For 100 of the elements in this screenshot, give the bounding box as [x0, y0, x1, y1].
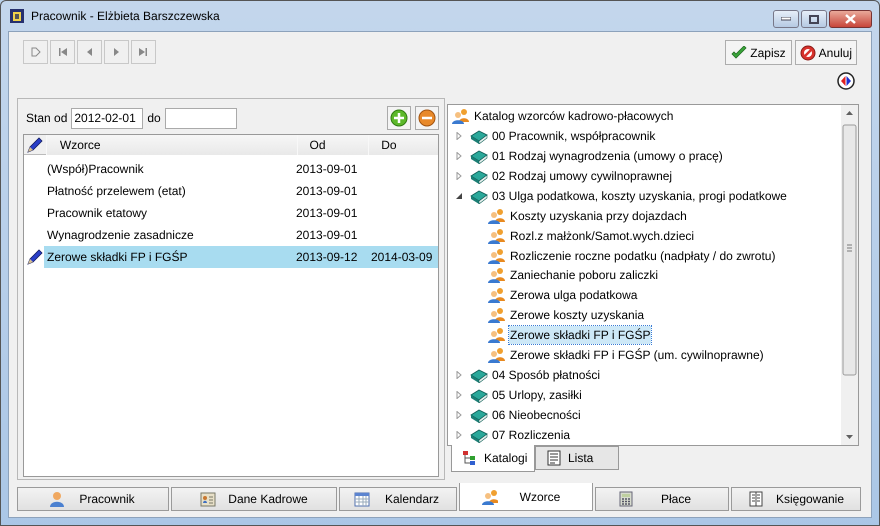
people-icon: [488, 347, 506, 364]
first-button[interactable]: [50, 40, 75, 64]
collapse-triangle-icon[interactable]: [455, 192, 463, 200]
expand-triangle-icon[interactable]: [455, 371, 463, 380]
table-cell: 2013-09-12: [296, 250, 358, 264]
last-icon: [138, 47, 149, 57]
date-from-field[interactable]: 2012-02-01: [71, 108, 144, 128]
tab[interactable]: Lista: [535, 446, 619, 470]
people-icon: [452, 108, 470, 124]
page-button[interactable]: [23, 40, 48, 64]
people-icon: [488, 267, 506, 284]
selected-row[interactable]: Zerowe składki FP i FGŚP 2013-09-12 2014-03-09: [44, 246, 438, 268]
tab[interactable]: Wzorce: [459, 483, 593, 511]
table-cell: Zerowe składki FP i FGŚP: [47, 250, 188, 264]
last-button[interactable]: [131, 40, 156, 64]
tree-item[interactable]: 01 Rodzaj wynagrodzenia (umowy o pracę): [491, 146, 724, 165]
book-icon: [470, 426, 488, 443]
tree-item[interactable]: Zaniechanie poboru zaliczki: [509, 266, 660, 284]
tree-item[interactable]: 04 Sposób płatności: [491, 366, 602, 384]
tab[interactable]: Katalogi: [451, 445, 535, 472]
book-icon: [470, 188, 488, 204]
first-icon: [57, 47, 68, 57]
expand-triangle-icon[interactable]: [455, 132, 463, 140]
people-icon: [482, 488, 498, 504]
ledger-icon: [748, 491, 764, 507]
maximize-button[interactable]: [801, 10, 827, 28]
table-cell: Płatność przelewem (etat): [47, 184, 186, 198]
tree-item[interactable]: Zerowe składki FP i FGŚP: [509, 326, 652, 344]
pencil-icon: [26, 249, 42, 265]
tree-item[interactable]: Katalog wzorców kadrowo-płacowych: [473, 106, 674, 125]
calendar-icon: [354, 491, 370, 507]
column-header[interactable]: Do: [368, 135, 438, 155]
tab[interactable]: Pracownik: [17, 487, 169, 511]
tree-item[interactable]: 02 Rodzaj umowy cywilnoprawnej: [491, 166, 674, 185]
book-icon: [470, 168, 488, 184]
expand-triangle-icon[interactable]: [455, 152, 463, 160]
tree-item[interactable]: Rozl.z małżonk/Samot.wych.dzieci: [509, 226, 696, 245]
table-cell: 2013-09-01: [296, 206, 358, 220]
check-icon: [731, 46, 748, 60]
book-icon: [470, 128, 488, 144]
tab[interactable]: Księgowanie: [731, 487, 861, 511]
document-icon: [546, 450, 562, 466]
minimize-button[interactable]: [773, 10, 799, 28]
cancel-button[interactable]: Anuluj: [794, 40, 857, 65]
book-icon: [470, 367, 488, 384]
table-cell: 2014-03-09: [371, 250, 432, 264]
tree-item[interactable]: Zerowa ulga podatkowa: [509, 286, 638, 304]
minus-icon: [418, 109, 436, 127]
field-label: do: [147, 110, 161, 127]
window-title: Pracownik - Elżbieta Barszczewska: [31, 8, 220, 25]
switch-arrows-icon[interactable]: [837, 72, 855, 90]
expand-triangle-icon[interactable]: [455, 411, 463, 420]
field-label: Stan od: [26, 110, 68, 127]
tree-item[interactable]: 06 Nieobecności: [491, 406, 582, 424]
tree-item[interactable]: 07 Rozliczenia: [491, 426, 572, 444]
date-to-field[interactable]: [164, 108, 237, 128]
close-icon: [845, 14, 856, 24]
expand-triangle-icon[interactable]: [455, 391, 463, 400]
table-cell: Pracownik etatowy: [47, 206, 148, 220]
tab[interactable]: Dane Kadrowe: [171, 487, 337, 511]
table-cell: 2013-09-01: [296, 162, 358, 176]
column-header[interactable]: Wzorce: [46, 135, 297, 155]
add-button[interactable]: [387, 106, 411, 130]
tree-item[interactable]: 00 Pracownik, współpracownik: [491, 126, 656, 145]
book-icon: [470, 407, 488, 424]
column-header[interactable]: Od: [296, 135, 368, 155]
minimize-icon: [781, 17, 791, 21]
expand-triangle-icon[interactable]: [455, 430, 463, 439]
remove-button[interactable]: [415, 106, 439, 130]
table-cell: Wynagrodzenie zasadnicze: [47, 228, 194, 242]
tree-item[interactable]: Koszty uzyskania przy dojazdach: [509, 206, 688, 225]
tree-item[interactable]: Rozliczenie roczne podatku (nadpłaty / do zwrotu): [509, 246, 776, 265]
tab[interactable]: Płace: [595, 487, 729, 511]
people-icon: [488, 208, 506, 224]
prohibited-icon: [800, 44, 816, 60]
save-button[interactable]: Zapisz: [725, 40, 792, 65]
id-card-icon: [200, 491, 216, 507]
tree-item[interactable]: Zerowe składki FP i FGŚP (um. cywilnoprawne): [509, 346, 765, 364]
pencil-icon: [26, 136, 44, 152]
close-button[interactable]: [829, 10, 872, 28]
book-icon: [470, 387, 488, 404]
table-cell: 2013-09-01: [296, 184, 358, 198]
previous-button[interactable]: [77, 40, 102, 64]
tab[interactable]: Kalendarz: [339, 487, 457, 511]
expand-triangle-icon[interactable]: [455, 172, 463, 180]
people-icon: [488, 327, 506, 344]
table-cell: (Współ)Pracownik: [47, 162, 144, 176]
people-icon: [488, 287, 506, 304]
app-icon: [9, 8, 25, 24]
next-button[interactable]: [104, 40, 129, 64]
page-icon: [30, 47, 41, 57]
person-icon: [49, 491, 65, 507]
book-icon: [470, 148, 488, 164]
maximize-icon: [809, 14, 819, 24]
tree-item[interactable]: Zerowe koszty uzyskania: [509, 306, 646, 324]
hierarchy-icon: [462, 450, 478, 466]
plus-icon: [390, 109, 408, 127]
tree-item[interactable]: 05 Urlopy, zasiłki: [491, 386, 583, 404]
tree-item[interactable]: 03 Ulga podatkowa, koszty uzyskania, progi podatkowe: [491, 186, 788, 205]
people-icon: [488, 228, 506, 244]
